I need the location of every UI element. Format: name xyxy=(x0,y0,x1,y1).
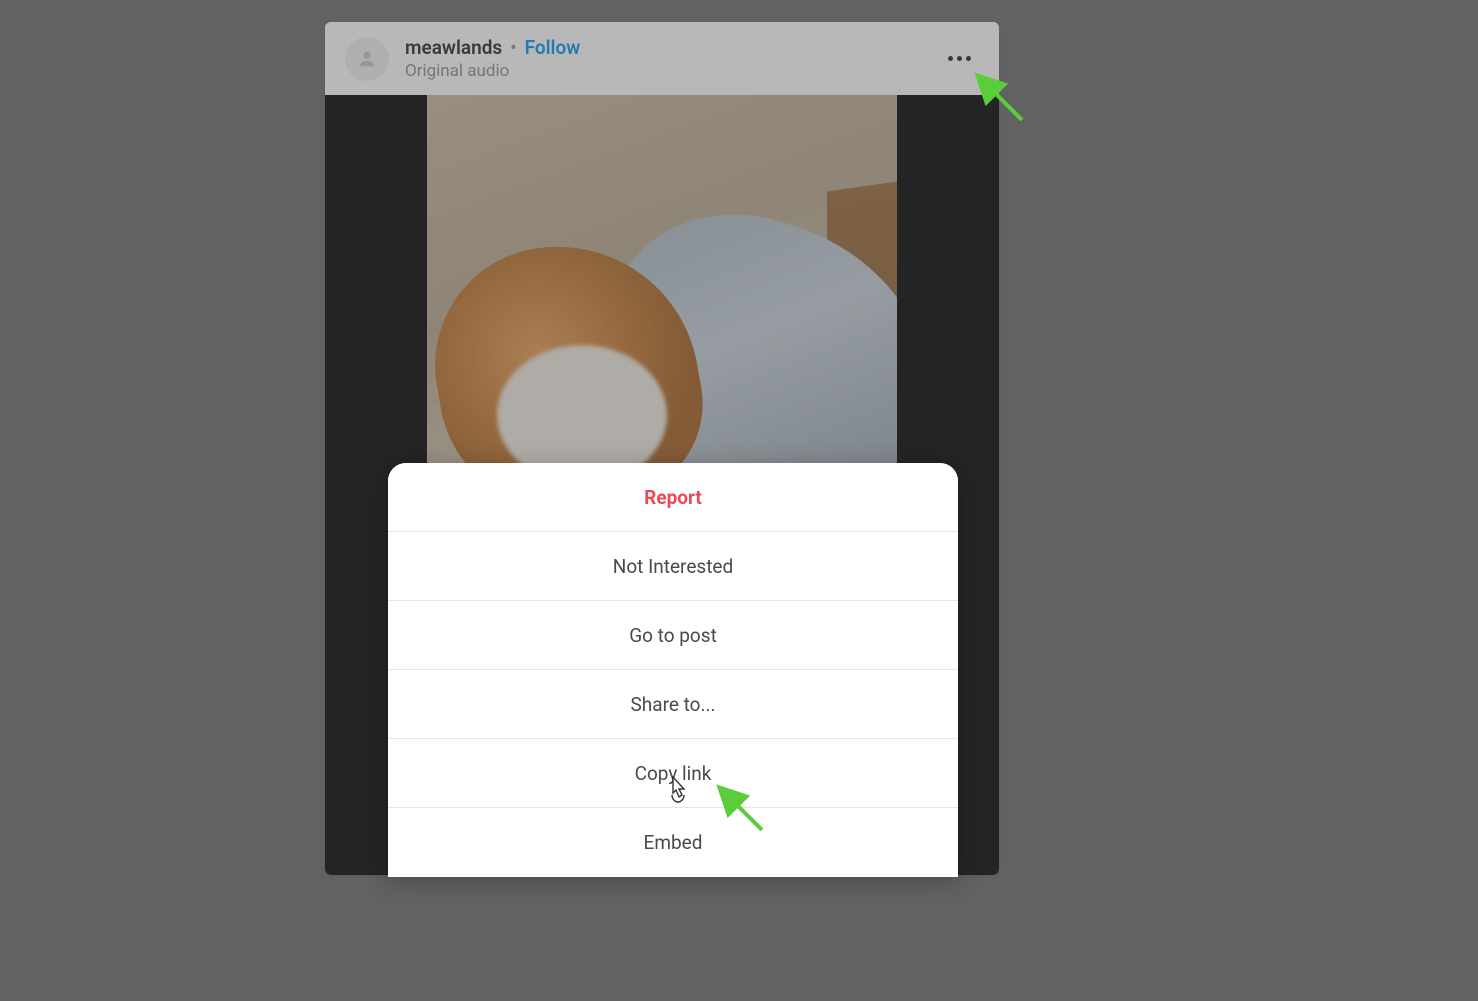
username[interactable]: meawlands xyxy=(405,36,502,59)
post-header: meawlands • Follow Original audio xyxy=(325,22,999,95)
username-separator: • xyxy=(510,36,516,59)
avatar-placeholder-icon xyxy=(356,48,378,70)
audio-subtitle[interactable]: Original audio xyxy=(405,61,939,81)
menu-item-copy-link[interactable]: Copy link xyxy=(388,739,958,808)
menu-item-label: Share to... xyxy=(630,693,715,716)
username-row: meawlands • Follow xyxy=(405,36,939,59)
menu-item-label: Not Interested xyxy=(613,555,733,578)
avatar[interactable] xyxy=(345,37,389,81)
menu-item-share-to[interactable]: Share to... xyxy=(388,670,958,739)
menu-item-label: Copy link xyxy=(635,762,712,785)
more-options-button[interactable] xyxy=(939,39,979,79)
menu-item-label: Report xyxy=(644,486,702,509)
menu-item-not-interested[interactable]: Not Interested xyxy=(388,532,958,601)
menu-item-label: Go to post xyxy=(629,624,717,647)
menu-item-embed[interactable]: Embed xyxy=(388,808,958,877)
follow-link[interactable]: Follow xyxy=(525,36,581,59)
options-action-sheet: Report Not Interested Go to post Share t… xyxy=(388,463,958,877)
post-header-text: meawlands • Follow Original audio xyxy=(405,36,939,81)
menu-item-label: Embed xyxy=(644,831,703,854)
menu-item-go-to-post[interactable]: Go to post xyxy=(388,601,958,670)
menu-item-report[interactable]: Report xyxy=(388,463,958,532)
more-options-icon xyxy=(948,56,971,61)
